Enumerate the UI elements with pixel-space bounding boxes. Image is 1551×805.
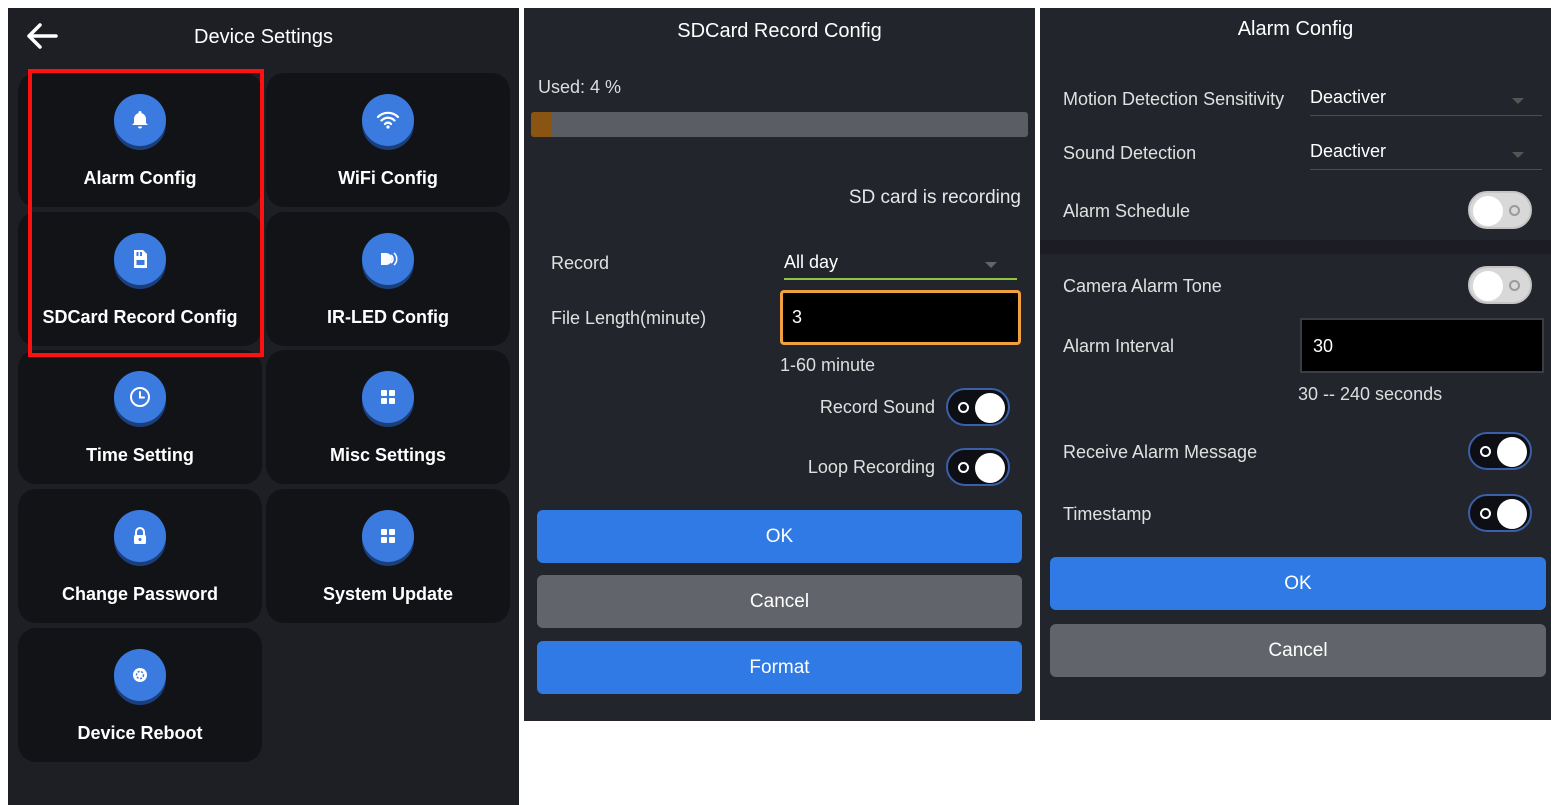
- toggle-off-ring-icon: [1480, 446, 1491, 457]
- timestamp-toggle[interactable]: [1468, 494, 1532, 532]
- page-title: Device Settings: [194, 26, 333, 48]
- tile-label: WiFi Config: [338, 168, 438, 188]
- storage-used-label: Used: 4 %: [538, 77, 622, 97]
- camera-alarm-tone-toggle[interactable]: [1468, 266, 1532, 304]
- page-title: SDCard Record Config: [677, 20, 882, 42]
- sdcard-record-config-panel: SDCard Record Config Used: 4 % SD card i…: [524, 8, 1035, 721]
- motion-detection-select[interactable]: Deactiver: [1310, 87, 1542, 116]
- recording-status: SD card is recording: [848, 187, 1021, 208]
- alarm-interval-label: Alarm Interval: [1063, 336, 1175, 356]
- toggle-knob: [1473, 271, 1503, 301]
- toggle-off-ring-icon: [1509, 205, 1520, 216]
- tile-wifi-config[interactable]: WiFi Config: [266, 73, 510, 207]
- clock-icon: [114, 371, 166, 423]
- ir-led-icon: [362, 233, 414, 285]
- lock-icon: [114, 510, 166, 562]
- storage-progress-bar: [531, 112, 1028, 137]
- toggle-off-ring-icon: [958, 462, 969, 473]
- dropdown-caret-icon: [1512, 98, 1524, 104]
- loop-recording-label: Loop Recording: [807, 457, 935, 477]
- tile-label: Change Password: [61, 584, 219, 604]
- dropdown-caret-icon: [1512, 152, 1524, 158]
- sound-detection-value: Deactiver: [1310, 141, 1387, 161]
- sound-detection-label: Sound Detection: [1063, 143, 1197, 163]
- cancel-button[interactable]: Cancel: [1050, 624, 1546, 677]
- toggle-knob: [975, 393, 1005, 423]
- record-sound-toggle[interactable]: [946, 388, 1010, 426]
- highlight-box: [28, 69, 264, 357]
- toggle-knob: [1497, 499, 1527, 529]
- record-mode-value: All day: [784, 252, 839, 272]
- alarm-schedule-label: Alarm Schedule: [1063, 201, 1191, 221]
- file-length-hint: 1-60 minute: [780, 355, 876, 375]
- toggle-knob: [975, 453, 1005, 483]
- toggle-knob: [1473, 196, 1503, 226]
- tile-misc-settings[interactable]: Misc Settings: [266, 350, 510, 484]
- tile-label: Time Setting: [86, 445, 194, 465]
- record-mode-select[interactable]: All day: [784, 252, 1017, 280]
- tile-label: Misc Settings: [329, 445, 447, 465]
- tile-ir-led-config[interactable]: IR-LED Config: [266, 212, 510, 346]
- timestamp-label: Timestamp: [1063, 504, 1152, 524]
- record-label: Record: [551, 253, 610, 273]
- reboot-icon: [114, 649, 166, 701]
- section-divider: [1040, 240, 1551, 254]
- grid-icon: [362, 371, 414, 423]
- ok-button[interactable]: OK: [537, 510, 1022, 563]
- file-length-input[interactable]: 3: [780, 290, 1021, 345]
- alarm-schedule-toggle[interactable]: [1468, 191, 1532, 229]
- format-button[interactable]: Format: [537, 641, 1022, 694]
- alarm-interval-input[interactable]: 30: [1300, 318, 1544, 373]
- cancel-button[interactable]: Cancel: [537, 575, 1022, 628]
- grid-icon: [362, 510, 414, 562]
- page-title: Alarm Config: [1237, 18, 1354, 40]
- tile-device-reboot[interactable]: Device Reboot: [18, 628, 262, 762]
- receive-alarm-message-label: Receive Alarm Message: [1063, 442, 1258, 462]
- tile-label: System Update: [322, 584, 454, 604]
- receive-alarm-message-toggle[interactable]: [1468, 432, 1532, 470]
- tile-label: Device Reboot: [77, 723, 203, 743]
- sound-detection-select[interactable]: Deactiver: [1310, 141, 1542, 170]
- toggle-knob: [1497, 437, 1527, 467]
- file-length-label: File Length(minute): [551, 308, 707, 328]
- device-settings-panel: Device Settings Alarm Config WiFi Config…: [8, 8, 519, 805]
- toggle-off-ring-icon: [1480, 508, 1491, 519]
- motion-detection-value: Deactiver: [1310, 87, 1387, 107]
- tile-change-password[interactable]: Change Password: [18, 489, 262, 623]
- wifi-icon: [362, 94, 414, 146]
- toggle-off-ring-icon: [1509, 280, 1520, 291]
- tile-label: IR-LED Config: [327, 307, 449, 327]
- motion-detection-label: Motion Detection Sensitivity: [1063, 89, 1285, 109]
- loop-recording-toggle[interactable]: [946, 448, 1010, 486]
- toggle-off-ring-icon: [958, 402, 969, 413]
- storage-progress-fill: [531, 112, 551, 137]
- alarm-config-panel: Alarm Config Motion Detection Sensitivit…: [1040, 8, 1551, 720]
- tile-time-setting[interactable]: Time Setting: [18, 350, 262, 484]
- tile-system-update[interactable]: System Update: [266, 489, 510, 623]
- record-sound-label: Record Sound: [819, 397, 935, 417]
- alarm-interval-hint: 30 -- 240 seconds: [1298, 384, 1443, 404]
- camera-alarm-tone-label: Camera Alarm Tone: [1063, 276, 1222, 296]
- dropdown-caret-icon: [985, 262, 997, 268]
- ok-button[interactable]: OK: [1050, 557, 1546, 610]
